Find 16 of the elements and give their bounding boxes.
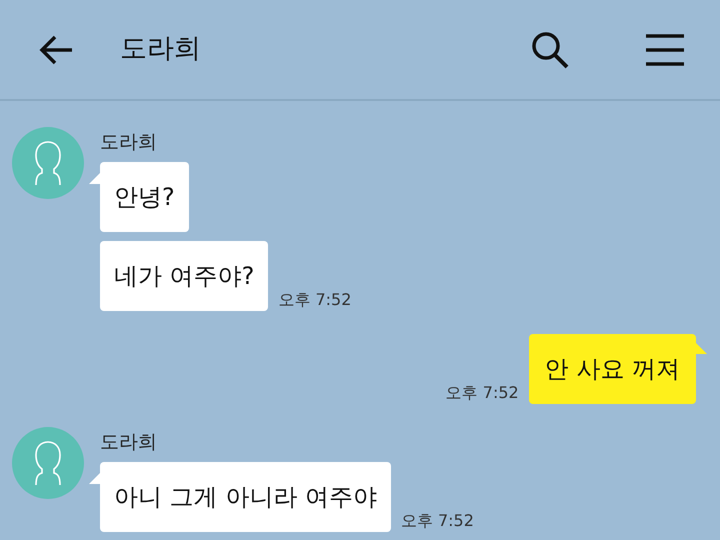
message-bubble: 아니 그게 아니라 여주야	[100, 462, 391, 532]
bubble-tail	[89, 472, 101, 486]
timestamp: 오후 7:52	[278, 291, 352, 309]
timestamp: 오후 7:52	[400, 512, 474, 530]
sender-name: 도라희	[100, 131, 158, 153]
chat-title: 도라희	[120, 32, 201, 66]
back-icon[interactable]	[38, 34, 74, 66]
timestamp: 오후 7:52	[446, 384, 519, 402]
menu-icon[interactable]	[646, 34, 684, 66]
message-bubble: 안녕?	[100, 162, 189, 232]
search-icon[interactable]	[530, 30, 570, 70]
sender-name: 도라희	[100, 431, 158, 453]
message-bubble: 네가 여주야?	[100, 241, 268, 311]
bubble-tail	[695, 342, 707, 356]
message-bubble: 안 사요 꺼져	[528, 334, 696, 404]
bubble-tail	[89, 172, 101, 186]
